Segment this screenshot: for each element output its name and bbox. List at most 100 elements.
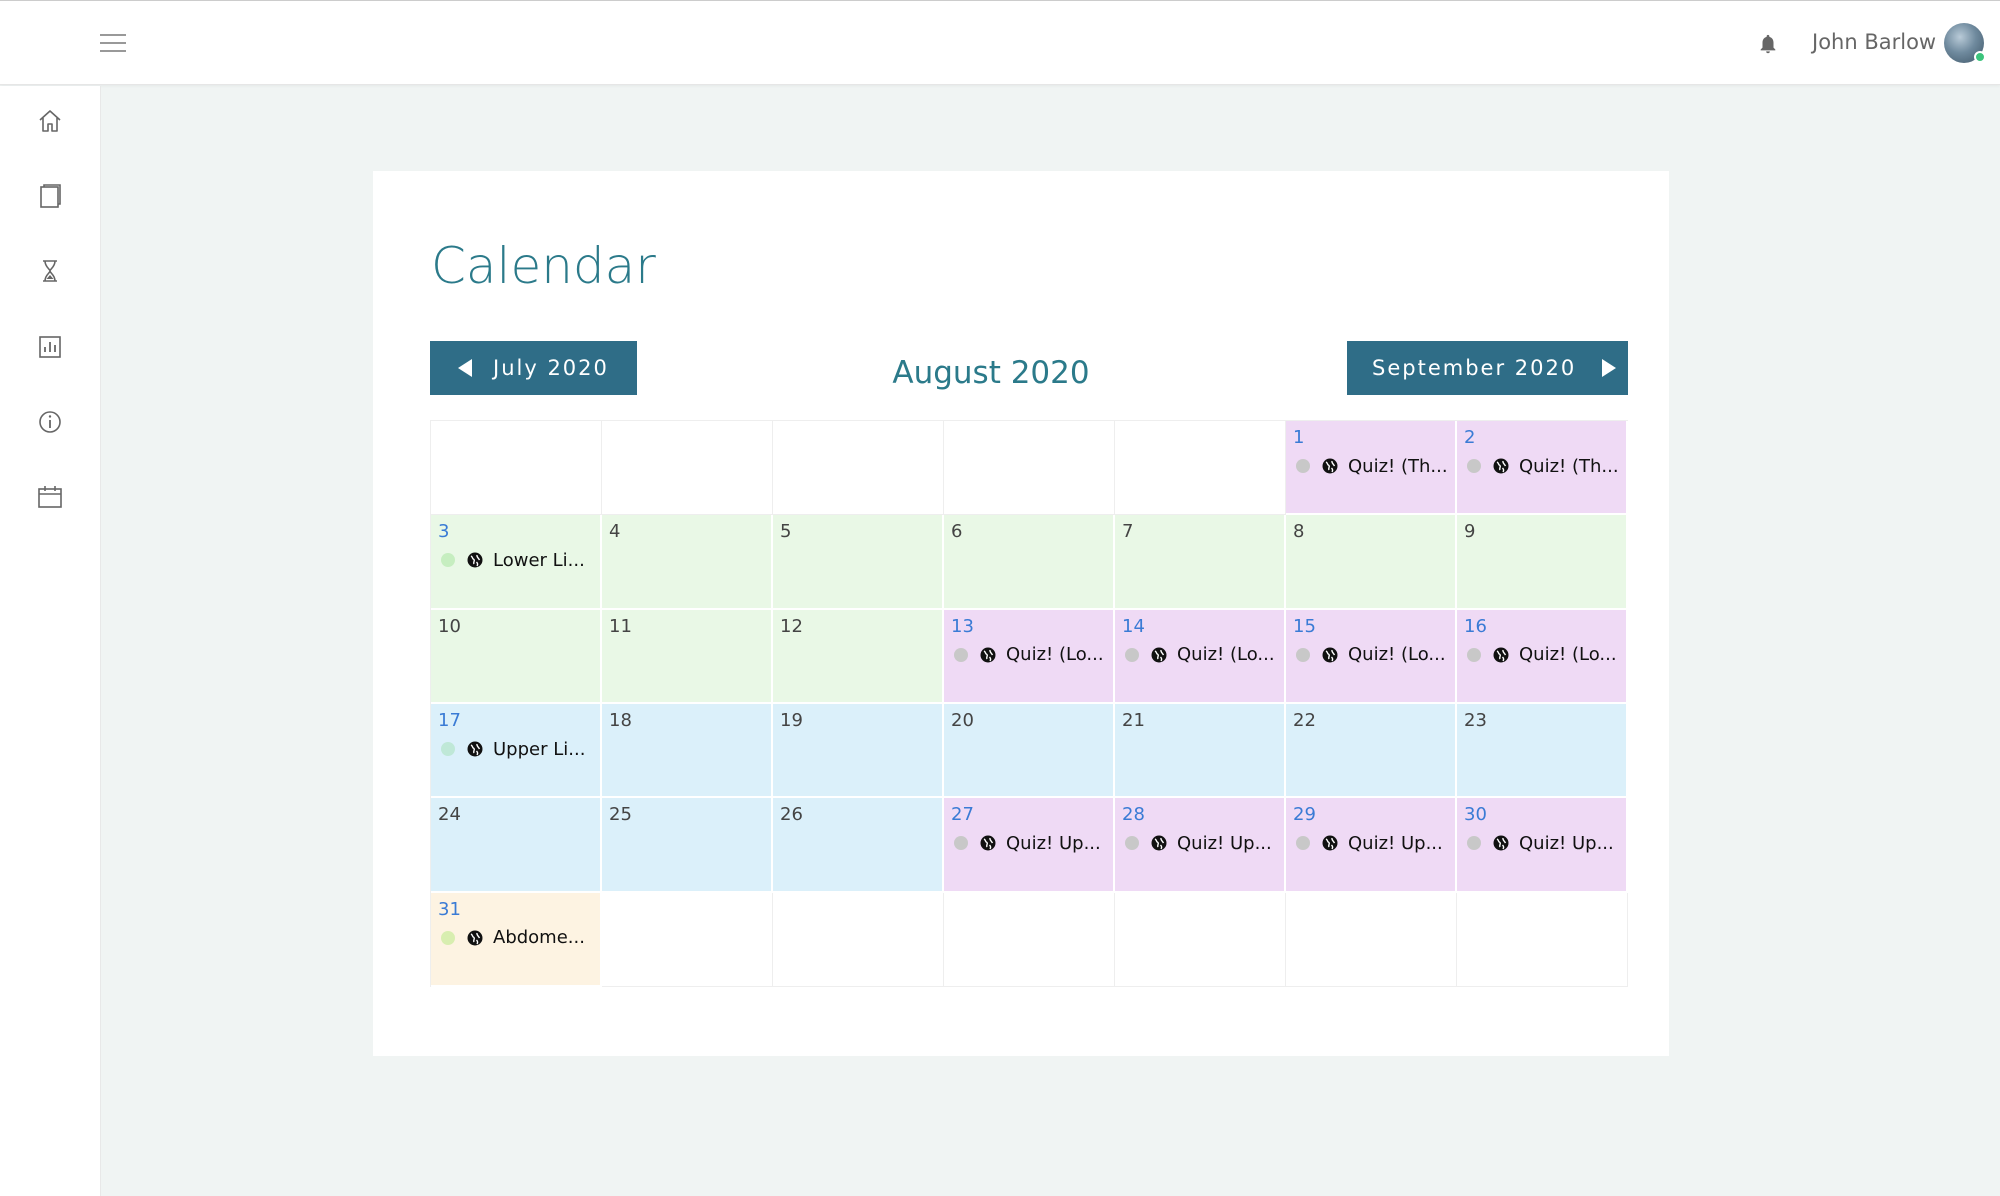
- event-label: Quiz! (Lo...: [1006, 644, 1104, 666]
- day-cell-23[interactable]: 23: [1457, 704, 1628, 799]
- empty-day-cell: [944, 421, 1115, 516]
- calendar-event[interactable]: Lower Li...: [441, 548, 596, 572]
- next-month-button[interactable]: September 2020: [1347, 341, 1628, 395]
- day-number[interactable]: 28: [1122, 804, 1145, 825]
- day-cell-6[interactable]: 6: [944, 515, 1115, 610]
- empty-day-cell: [602, 421, 773, 516]
- event-label: Quiz! (Th...: [1519, 455, 1619, 477]
- day-cell-3[interactable]: 3 Lower Li...: [431, 515, 602, 610]
- day-cell-24[interactable]: 24: [431, 798, 602, 893]
- globe-icon: [467, 552, 483, 568]
- day-cell-25[interactable]: 25: [602, 798, 773, 893]
- status-dot: [1296, 459, 1310, 473]
- calendar-event[interactable]: Quiz! (Lo...: [1467, 643, 1622, 667]
- day-cell-22[interactable]: 22: [1286, 704, 1457, 799]
- globe-icon: [1493, 835, 1509, 851]
- day-cell-10[interactable]: 10: [431, 609, 602, 704]
- day-cell-28[interactable]: 28 Quiz! Up...: [1115, 798, 1286, 893]
- day-number[interactable]: 13: [951, 616, 974, 637]
- day-cell-26[interactable]: 26: [773, 798, 944, 893]
- arrow-right-icon: [1602, 359, 1617, 377]
- day-cell-8[interactable]: 8: [1286, 515, 1457, 610]
- day-number: 20: [951, 710, 974, 731]
- day-cell-7[interactable]: 7: [1115, 515, 1286, 610]
- day-number[interactable]: 30: [1464, 804, 1487, 825]
- bar-chart-icon[interactable]: [36, 333, 64, 361]
- day-cell-13[interactable]: 13 Quiz! (Lo...: [944, 609, 1115, 704]
- status-dot: [954, 836, 968, 851]
- empty-day-cell: [1457, 892, 1628, 987]
- empty-day-cell: [1286, 892, 1457, 987]
- calendar-event[interactable]: Quiz! (Th...: [1296, 454, 1451, 478]
- day-cell-12[interactable]: 12: [773, 609, 944, 704]
- day-cell-31[interactable]: 31 Abdome...: [431, 892, 602, 987]
- status-dot: [1296, 836, 1310, 851]
- day-number: 5: [780, 521, 792, 543]
- globe-icon: [980, 647, 996, 663]
- previous-month-button[interactable]: July 2020: [430, 341, 637, 395]
- day-number[interactable]: 14: [1122, 616, 1145, 637]
- day-number[interactable]: 31: [438, 899, 461, 920]
- day-cell-2[interactable]: 2 Quiz! (Th...: [1457, 421, 1628, 516]
- previous-month-label: July 2020: [493, 356, 609, 380]
- day-cell-14[interactable]: 14 Quiz! (Lo...: [1115, 609, 1286, 704]
- day-cell-27[interactable]: 27 Quiz! Up...: [944, 798, 1115, 893]
- calendar-icon[interactable]: [36, 483, 64, 511]
- calendar-event[interactable]: Abdome...: [441, 926, 596, 950]
- day-number[interactable]: 17: [438, 710, 461, 731]
- day-cell-30[interactable]: 30 Quiz! Up...: [1457, 798, 1628, 893]
- day-number: 24: [438, 804, 461, 826]
- day-cell-20[interactable]: 20: [944, 704, 1115, 799]
- day-number[interactable]: 2: [1464, 427, 1475, 448]
- day-cell-18[interactable]: 18: [602, 704, 773, 799]
- event-label: Quiz! Up...: [1348, 832, 1443, 854]
- calendar-grid: 1 Quiz! (Th... 2 Quiz! (Th... 3 Lower Li... 4 5…: [430, 420, 1628, 987]
- event-label: Quiz! (Th...: [1348, 455, 1448, 477]
- empty-day-cell: [1115, 421, 1286, 516]
- calendar-event[interactable]: Quiz! (Lo...: [954, 643, 1109, 667]
- book-icon[interactable]: [36, 182, 64, 210]
- day-number: 6: [951, 521, 963, 543]
- online-status-indicator: [1974, 51, 1986, 63]
- calendar-event[interactable]: Quiz! (Th...: [1467, 454, 1622, 478]
- hourglass-icon[interactable]: [36, 257, 64, 285]
- home-icon[interactable]: [36, 107, 64, 135]
- calendar-event[interactable]: Quiz! (Lo...: [1125, 643, 1280, 667]
- day-cell-16[interactable]: 16 Quiz! (Lo...: [1457, 609, 1628, 704]
- day-number[interactable]: 15: [1293, 616, 1316, 637]
- day-cell-29[interactable]: 29 Quiz! Up...: [1286, 798, 1457, 893]
- day-cell-19[interactable]: 19: [773, 704, 944, 799]
- event-label: Quiz! (Lo...: [1519, 644, 1617, 666]
- calendar-event[interactable]: Quiz! Up...: [1296, 831, 1451, 855]
- day-cell-5[interactable]: 5: [773, 515, 944, 610]
- info-icon[interactable]: [36, 408, 64, 436]
- day-cell-4[interactable]: 4: [602, 515, 773, 610]
- day-number[interactable]: 16: [1464, 616, 1487, 637]
- calendar-event[interactable]: Upper Li...: [441, 737, 596, 761]
- day-cell-21[interactable]: 21: [1115, 704, 1286, 799]
- hamburger-menu-icon[interactable]: [100, 34, 126, 54]
- day-number[interactable]: 29: [1293, 804, 1316, 825]
- day-number: 26: [780, 804, 803, 826]
- day-number: 11: [609, 615, 632, 637]
- current-month-title: August 2020: [892, 355, 1090, 391]
- avatar[interactable]: [1944, 23, 1986, 63]
- day-cell-15[interactable]: 15 Quiz! (Lo...: [1286, 609, 1457, 704]
- day-cell-17[interactable]: 17 Upper Li...: [431, 704, 602, 799]
- day-number[interactable]: 3: [438, 521, 449, 542]
- calendar-event[interactable]: Quiz! Up...: [954, 831, 1109, 855]
- user-name[interactable]: John Barlow: [1812, 30, 1936, 54]
- day-number[interactable]: 27: [951, 804, 974, 825]
- bell-icon[interactable]: [1757, 32, 1779, 56]
- status-dot: [1467, 647, 1481, 662]
- calendar-event[interactable]: Quiz! (Lo...: [1296, 643, 1451, 667]
- day-cell-1[interactable]: 1 Quiz! (Th...: [1286, 421, 1457, 516]
- day-number: 21: [1122, 710, 1145, 731]
- calendar-event[interactable]: Quiz! Up...: [1467, 831, 1622, 855]
- status-dot: [1125, 836, 1139, 851]
- calendar-event[interactable]: Quiz! Up...: [1125, 831, 1280, 855]
- day-number[interactable]: 1: [1293, 427, 1304, 448]
- day-cell-9[interactable]: 9: [1457, 515, 1628, 610]
- status-dot: [1125, 647, 1139, 662]
- day-cell-11[interactable]: 11: [602, 609, 773, 704]
